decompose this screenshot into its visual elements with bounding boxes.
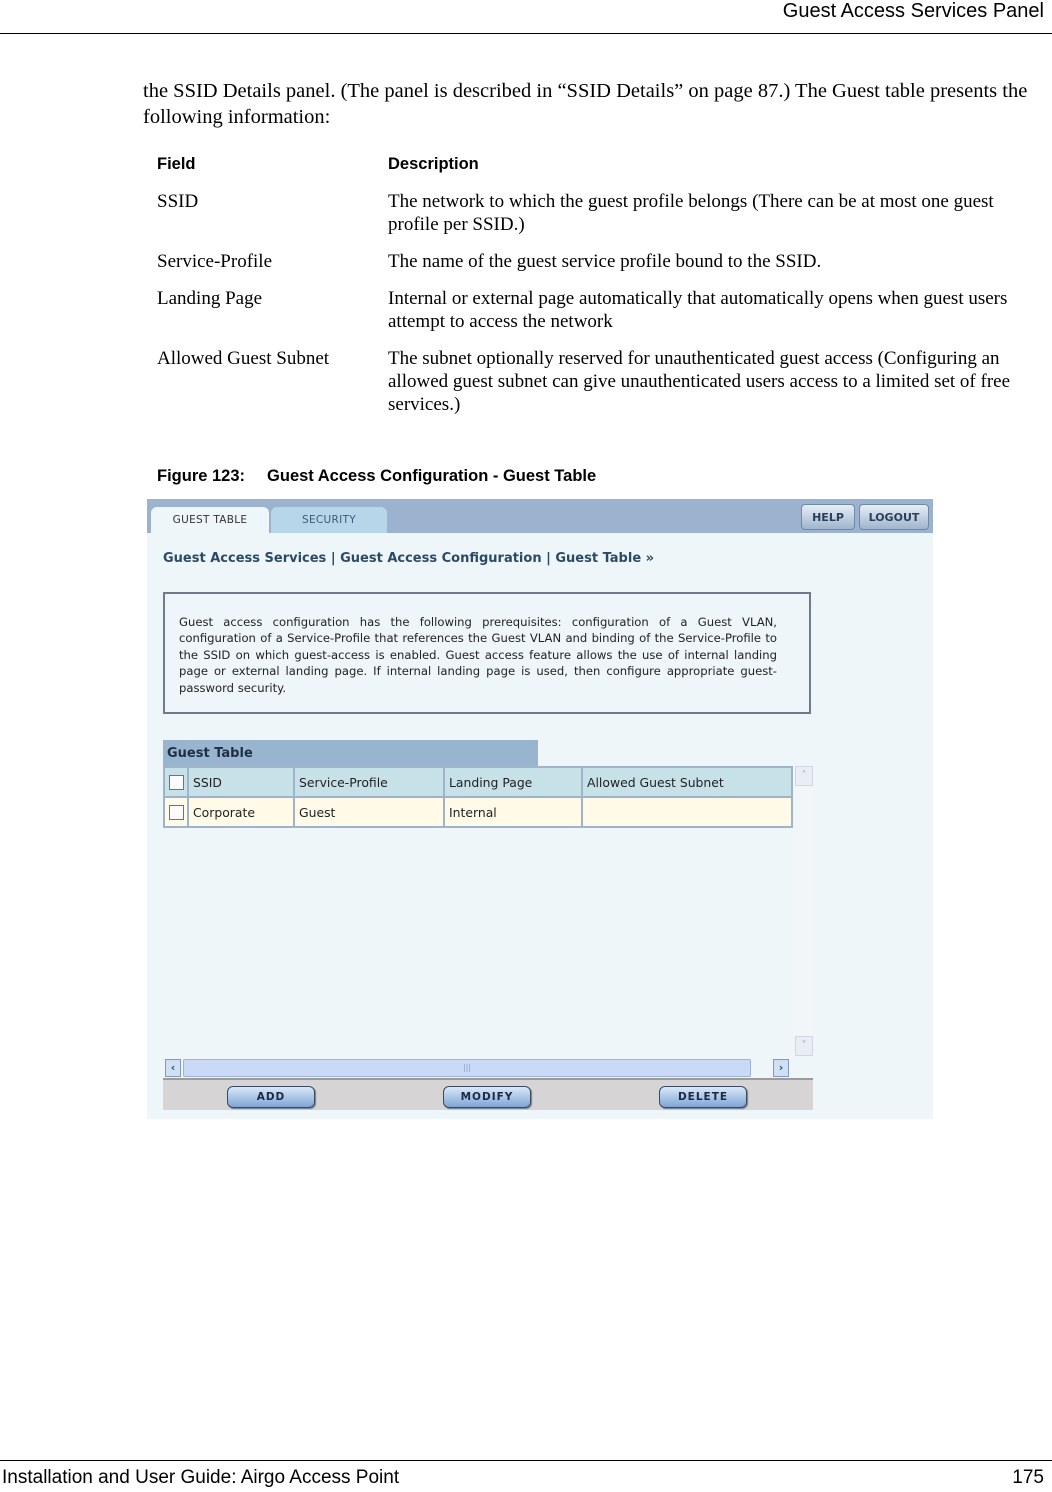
field-description: The network to which the guest profile b… xyxy=(388,191,994,235)
breadcrumb: Guest Access Services | Guest Access Con… xyxy=(163,551,655,566)
horizontal-scroll-thumb[interactable]: ||| xyxy=(183,1059,751,1077)
field-table-header: Field Description xyxy=(157,153,1047,176)
scroll-down-icon[interactable]: ˅ xyxy=(795,1036,813,1056)
vertical-scrollbar[interactable]: ˄ ˅ xyxy=(793,766,813,1056)
field-name: Allowed Guest Subnet xyxy=(157,348,330,369)
cell-landing-page: Internal xyxy=(443,796,583,828)
prerequisites-info-box: Guest access configuration has the follo… xyxy=(163,592,811,714)
cell-ssid: Corporate xyxy=(187,796,295,828)
column-header-landing-page[interactable]: Landing Page xyxy=(443,766,583,798)
running-header-title: Guest Access Services Panel xyxy=(782,0,1044,22)
field-row: Service-Profile The name of the guest se… xyxy=(157,250,1047,273)
modify-button[interactable]: MODIFY xyxy=(443,1086,531,1108)
scroll-left-icon[interactable]: ‹ xyxy=(165,1059,181,1077)
figure-title: Guest Access Configuration - Guest Table xyxy=(267,467,597,485)
field-row: SSID The network to which the guest prof… xyxy=(157,190,1047,236)
help-button[interactable]: HELP xyxy=(801,504,855,530)
field-description: Internal or external page automatically … xyxy=(388,288,1008,332)
add-button[interactable]: ADD xyxy=(227,1086,315,1108)
delete-button[interactable]: DELETE xyxy=(659,1086,747,1108)
action-button-bar: ADD MODIFY DELETE xyxy=(163,1078,813,1110)
prerequisites-text: Guest access configuration has the follo… xyxy=(179,615,777,695)
row-select-cell xyxy=(163,796,189,828)
select-all-checkbox[interactable] xyxy=(168,775,184,790)
scroll-up-icon[interactable]: ˄ xyxy=(795,766,813,786)
field-name: Service-Profile xyxy=(157,251,273,272)
logout-button[interactable]: LOGOUT xyxy=(859,504,929,530)
scroll-right-icon[interactable]: › xyxy=(773,1059,789,1077)
guest-table: SSID Service-Profile Landing Page Allowe… xyxy=(163,766,793,828)
footer-guide-title: Installation and User Guide: Airgo Acces… xyxy=(2,1467,400,1488)
guest-access-screenshot: GUEST TABLE SECURITY HELP LOGOUT Guest A… xyxy=(147,499,933,1119)
field-description: The name of the guest service profile bo… xyxy=(388,251,822,272)
guest-table-title: Guest Table xyxy=(163,740,538,766)
field-header: Field xyxy=(157,155,196,173)
horizontal-scrollbar[interactable]: ‹ ||| › xyxy=(163,1056,813,1078)
description-header: Description xyxy=(388,155,479,173)
field-description: The subnet optionally reserved for unaut… xyxy=(388,348,1011,415)
tab-security[interactable]: SECURITY xyxy=(271,507,387,533)
figure-number: Figure 123: xyxy=(157,467,246,485)
cell-allowed-guest-subnet xyxy=(581,796,793,828)
figure-caption: Figure 123: Guest Access Configuration - … xyxy=(157,467,596,486)
cell-service-profile: Guest xyxy=(293,796,445,828)
field-description-table: Field Description SSID The network to wh… xyxy=(157,153,1047,430)
column-header-service-profile[interactable]: Service-Profile xyxy=(293,766,445,798)
table-row[interactable]: Corporate Guest Internal xyxy=(163,796,793,828)
footer-rule xyxy=(0,1460,1052,1461)
intro-paragraph: the SSID Details panel. (The panel is de… xyxy=(143,80,1028,128)
header-rule xyxy=(0,33,1052,34)
row-checkbox[interactable] xyxy=(168,805,184,820)
field-name: SSID xyxy=(157,191,199,212)
page-number: 175 xyxy=(1012,1467,1044,1488)
field-row: Allowed Guest Subnet The subnet optional… xyxy=(157,347,1047,416)
top-bar: GUEST TABLE SECURITY HELP LOGOUT xyxy=(147,499,933,533)
field-name: Landing Page xyxy=(157,288,263,309)
select-all-cell xyxy=(163,766,189,798)
column-header-ssid[interactable]: SSID xyxy=(187,766,295,798)
guest-table-header-row: SSID Service-Profile Landing Page Allowe… xyxy=(163,766,793,798)
field-row: Landing Page Internal or external page a… xyxy=(157,287,1047,333)
tab-guest-table[interactable]: GUEST TABLE xyxy=(151,507,269,533)
column-header-allowed-guest-subnet[interactable]: Allowed Guest Subnet xyxy=(581,766,793,798)
